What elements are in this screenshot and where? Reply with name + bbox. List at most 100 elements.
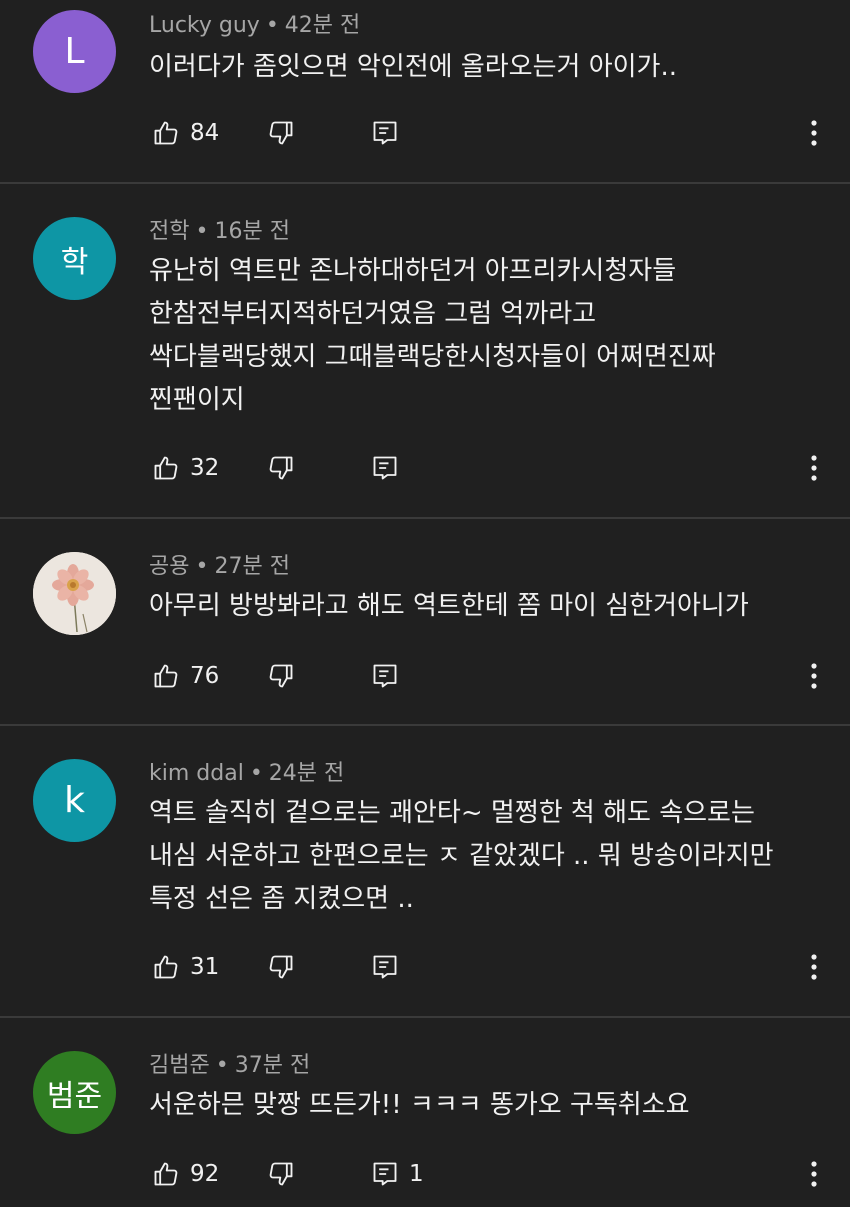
thumbs-up-icon bbox=[154, 955, 178, 979]
comment-meta: 공용 • 27분 전 bbox=[149, 553, 290, 581]
dislike-button[interactable] bbox=[267, 113, 295, 153]
comment-time: 16분 전 bbox=[214, 219, 290, 244]
dislike-button[interactable] bbox=[267, 1154, 295, 1194]
comment-meta: 김범준 • 37분 전 bbox=[149, 1052, 310, 1080]
reply-icon bbox=[373, 121, 397, 145]
more-options-button[interactable] bbox=[802, 656, 826, 696]
author-name[interactable]: 김범준 bbox=[149, 1053, 210, 1078]
avatar[interactable]: L bbox=[33, 10, 116, 93]
thumbs-up-icon bbox=[154, 1162, 178, 1186]
like-count: 84 bbox=[190, 120, 220, 146]
comment-meta: kim ddal • 24분 전 bbox=[149, 760, 344, 788]
comment-text: 이러다가 좀잇으면 악인전에 올라오는거 아이가.. bbox=[149, 46, 829, 89]
like-count: 31 bbox=[190, 954, 220, 980]
meta-separator: • bbox=[215, 1053, 229, 1078]
like-button[interactable]: 76 bbox=[152, 656, 219, 696]
comment-meta: 전학 • 16분 전 bbox=[149, 218, 290, 246]
avatar[interactable]: 범준 bbox=[33, 1051, 116, 1134]
divider bbox=[0, 182, 850, 184]
comment-time: 24분 전 bbox=[268, 761, 345, 786]
reply-icon bbox=[373, 955, 397, 979]
divider bbox=[0, 724, 850, 726]
comment-text: 아무리 방방봐라고 해도 역트한테 쫌 마이 심한거아니가 bbox=[149, 585, 829, 628]
meta-separator: • bbox=[195, 219, 209, 244]
like-count: 76 bbox=[190, 663, 220, 689]
comment-line: 싹다블랙당했지 그때블랙당한시청자들이 어쩌면진짜 bbox=[149, 342, 716, 372]
thumbs-up-icon bbox=[154, 121, 178, 145]
avatar[interactable]: k bbox=[33, 759, 116, 842]
like-button[interactable]: 84 bbox=[152, 113, 219, 153]
comment-meta: Lucky guy • 42분 전 bbox=[149, 12, 360, 40]
like-count: 32 bbox=[190, 455, 220, 481]
comment-time: 27분 전 bbox=[214, 554, 290, 579]
like-button[interactable]: 92 bbox=[152, 1154, 219, 1194]
reply-button[interactable] bbox=[371, 947, 409, 987]
more-options-button[interactable] bbox=[802, 1154, 826, 1194]
more-vert-icon bbox=[811, 120, 817, 146]
meta-separator: • bbox=[249, 761, 263, 786]
comment-line: 내심 서운하고 한편으로는 ㅈ 같았겠다 .. 뭐 방송이라지만 bbox=[149, 841, 774, 871]
comment-line: 역트 솔직히 겉으로는 괘안타~ 멀쩡한 척 해도 속으로는 bbox=[149, 798, 755, 828]
more-vert-icon bbox=[811, 455, 817, 481]
comment-actions: 32 bbox=[149, 448, 829, 488]
more-vert-icon bbox=[811, 954, 817, 980]
reply-icon bbox=[373, 456, 397, 480]
author-name[interactable]: 전학 bbox=[149, 219, 189, 244]
reply-button[interactable]: 1 bbox=[371, 1154, 424, 1194]
reply-count: 1 bbox=[409, 1161, 424, 1187]
comment-line: 아무리 방방봐라고 해도 역트한테 쫌 마이 심한거아니가 bbox=[149, 591, 749, 621]
comment-time: 37분 전 bbox=[234, 1053, 311, 1078]
thumbs-down-icon bbox=[269, 121, 293, 145]
divider bbox=[0, 517, 850, 519]
avatar-initial: k bbox=[64, 780, 85, 821]
thumbs-down-icon bbox=[269, 456, 293, 480]
dislike-button[interactable] bbox=[267, 656, 295, 696]
reply-icon bbox=[373, 664, 397, 688]
reply-button[interactable] bbox=[371, 656, 409, 696]
thumbs-down-icon bbox=[269, 664, 293, 688]
comment-line: 이러다가 좀잇으면 악인전에 올라오는거 아이가.. bbox=[149, 52, 677, 82]
comment-line: 한참전부터지적하던거였음 그럼 억까라고 bbox=[149, 299, 597, 329]
thumbs-up-icon bbox=[154, 664, 178, 688]
like-count: 92 bbox=[190, 1161, 220, 1187]
like-button[interactable]: 31 bbox=[152, 947, 219, 987]
comment-time: 42분 전 bbox=[284, 13, 361, 38]
comment-actions: 31 bbox=[149, 947, 829, 987]
comment-text: 서운하믄 맞짱 뜨든가!! ㅋㅋㅋ 똥가오 구독취소요 bbox=[149, 1084, 829, 1127]
more-options-button[interactable] bbox=[802, 448, 826, 488]
thumbs-down-icon bbox=[269, 1162, 293, 1186]
flower-photo-icon bbox=[33, 552, 116, 635]
thumbs-up-icon bbox=[154, 456, 178, 480]
comment-line: 특정 선은 좀 지켰으면 .. bbox=[149, 884, 414, 914]
avatar[interactable] bbox=[33, 552, 116, 635]
like-button[interactable]: 32 bbox=[152, 448, 219, 488]
reply-button[interactable] bbox=[371, 113, 409, 153]
more-vert-icon bbox=[811, 663, 817, 689]
reply-icon bbox=[373, 1162, 397, 1186]
comment-actions: 84 bbox=[149, 113, 829, 153]
dislike-button[interactable] bbox=[267, 947, 295, 987]
comment-line: 찐팬이지 bbox=[149, 385, 245, 415]
comment-text: 역트 솔직히 겉으로는 괘안타~ 멀쩡한 척 해도 속으로는 내심 서운하고 한… bbox=[149, 792, 829, 921]
reply-button[interactable] bbox=[371, 448, 409, 488]
more-vert-icon bbox=[811, 1161, 817, 1187]
more-options-button[interactable] bbox=[802, 113, 826, 153]
comment-line: 유난히 역트만 존나하대하던거 아프리카시청자들 bbox=[149, 256, 677, 286]
divider bbox=[0, 1016, 850, 1018]
meta-separator: • bbox=[265, 13, 279, 38]
avatar-initial: 범준 bbox=[46, 1078, 103, 1114]
author-name[interactable]: Lucky guy bbox=[149, 13, 260, 38]
author-name[interactable]: kim ddal bbox=[149, 761, 244, 786]
comment-actions: 76 bbox=[149, 656, 829, 696]
dislike-button[interactable] bbox=[267, 448, 295, 488]
comment-text: 유난히 역트만 존나하대하던거 아프리카시청자들 한참전부터지적하던거였음 그럼… bbox=[149, 250, 829, 422]
avatar-initial: L bbox=[64, 31, 85, 72]
thumbs-down-icon bbox=[269, 955, 293, 979]
avatar[interactable]: 학 bbox=[33, 217, 116, 300]
more-options-button[interactable] bbox=[802, 947, 826, 987]
comment-actions: 92 1 bbox=[149, 1154, 829, 1194]
comment-line: 서운하믄 맞짱 뜨든가!! ㅋㅋㅋ 똥가오 구독취소요 bbox=[149, 1090, 690, 1120]
avatar-initial: 학 bbox=[60, 244, 89, 280]
meta-separator: • bbox=[195, 554, 209, 579]
author-name[interactable]: 공용 bbox=[149, 554, 189, 579]
